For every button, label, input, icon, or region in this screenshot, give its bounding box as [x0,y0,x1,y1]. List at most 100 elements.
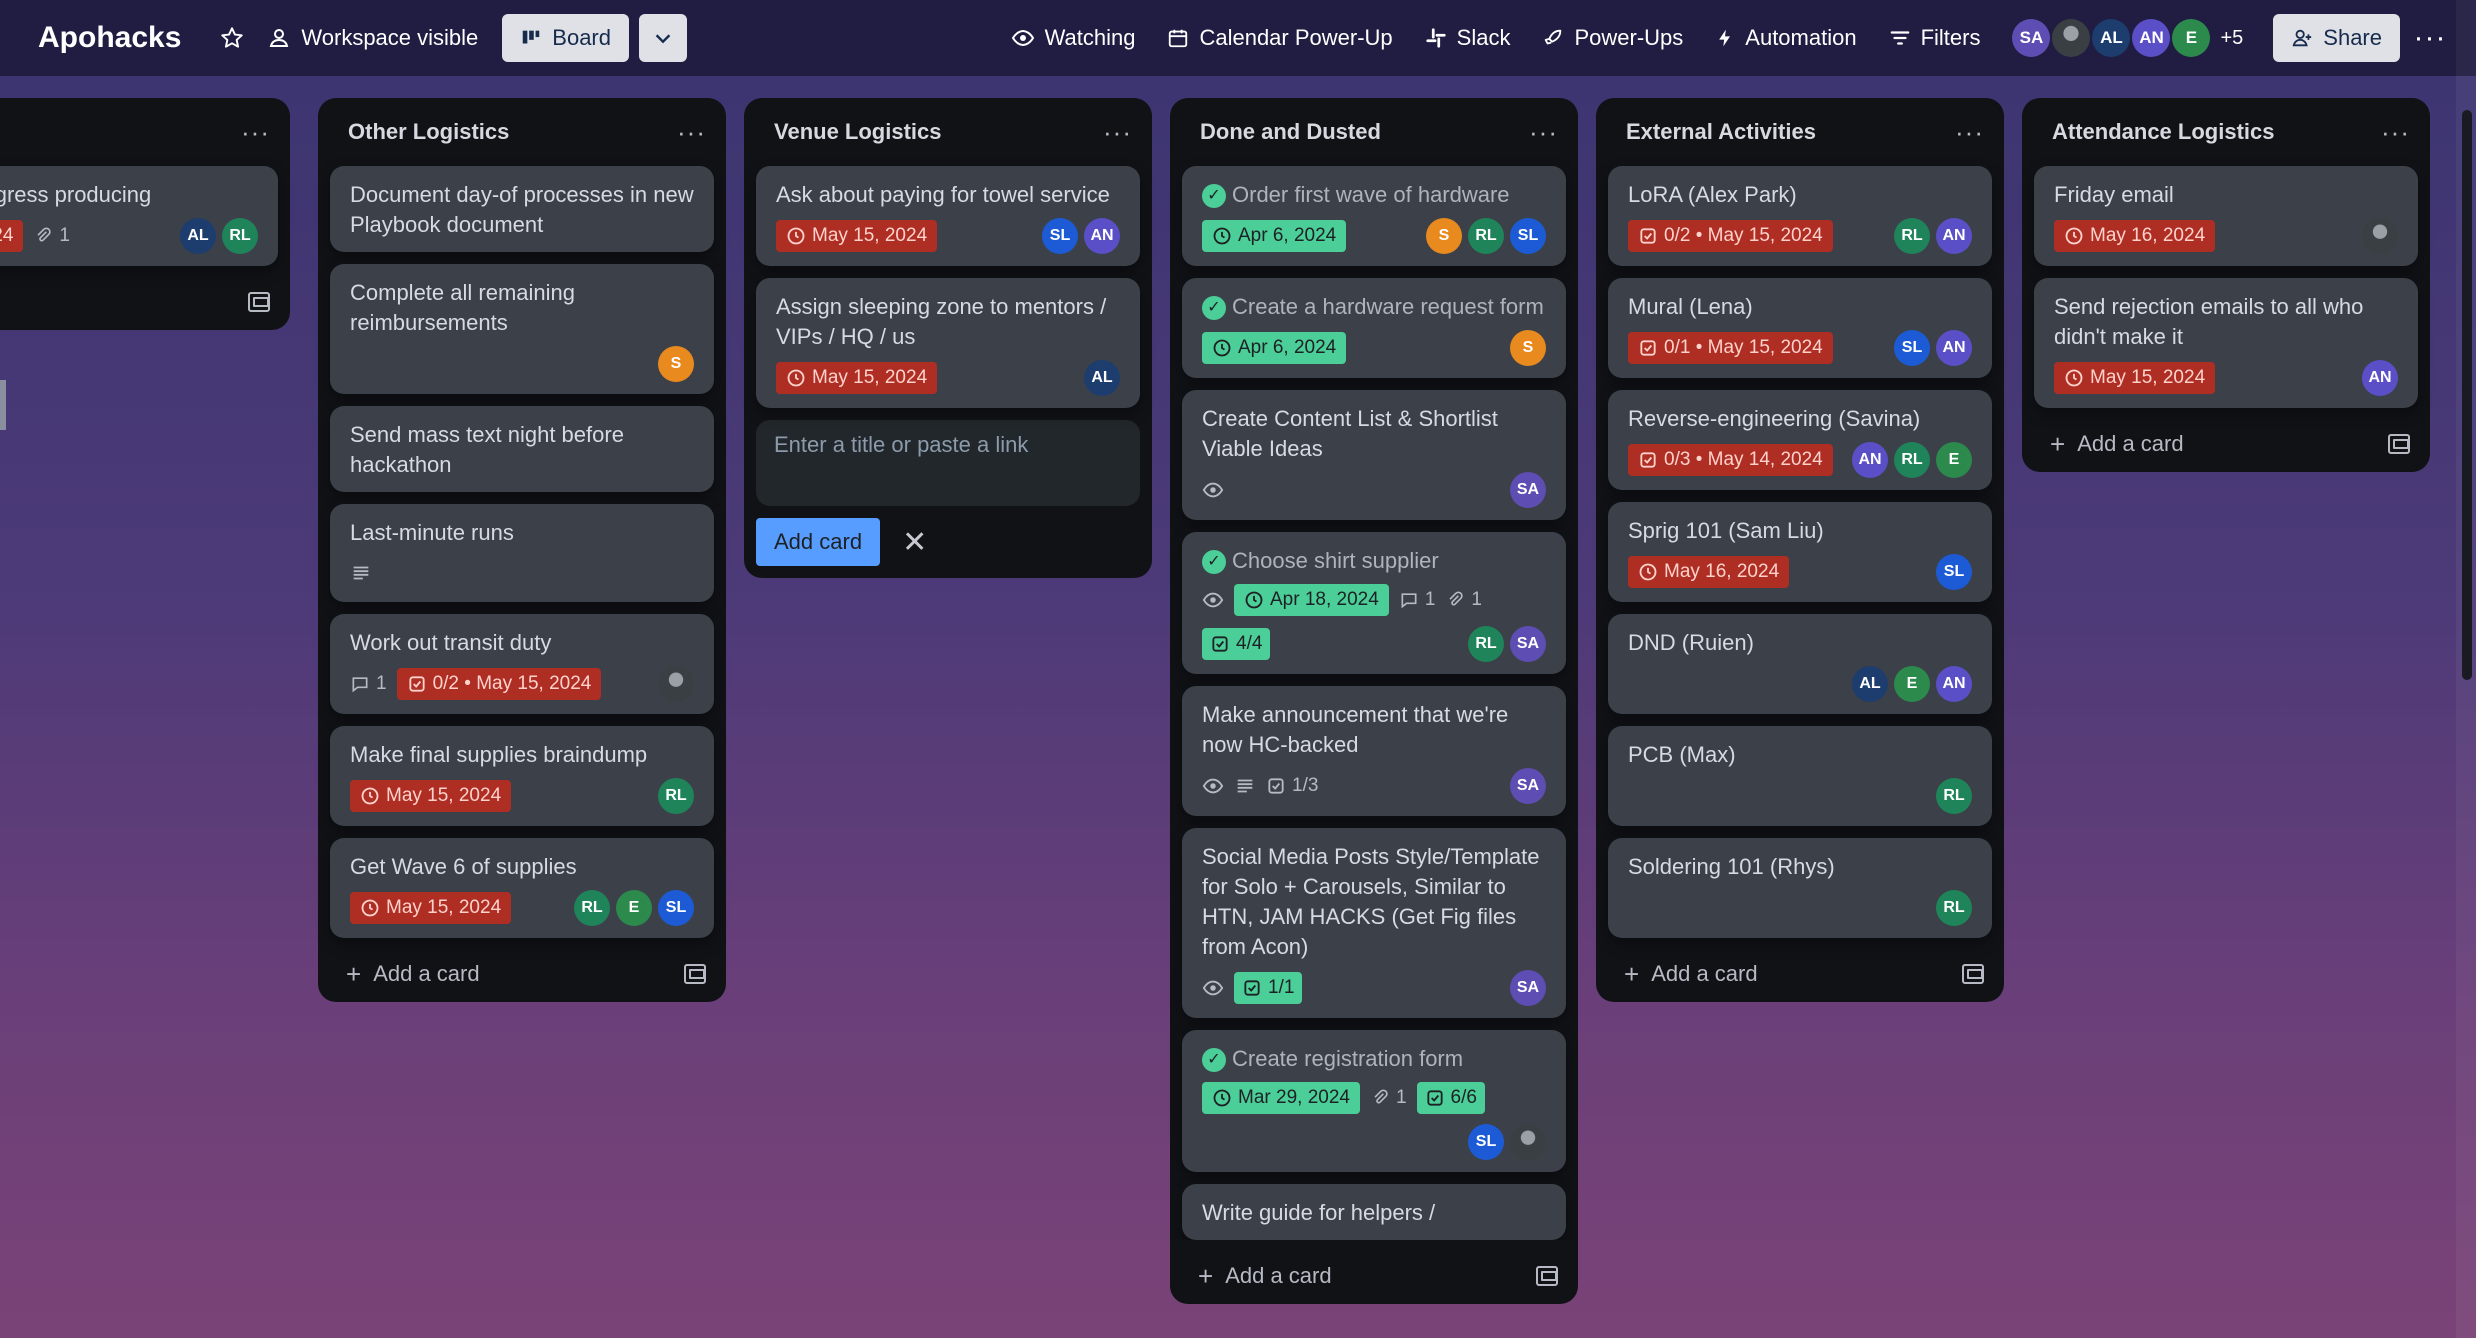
member-avatar[interactable]: E [616,890,652,926]
add-card-button[interactable]: + Add a card [318,946,726,1002]
due-date-badge[interactable]: May 15, 2024 [2054,362,2216,394]
member-avatar[interactable]: SA [1510,626,1546,662]
card[interactable]: Get Wave 6 of supplies May 15, 2024 RL E SL [330,838,714,938]
watching-button[interactable]: Watching [997,14,1150,62]
member-avatar[interactable]: E [1936,442,1972,478]
list-menu-icon[interactable]: ··· [677,117,706,148]
card[interactable]: Create Content List & Shortlist Viable I… [1182,390,1566,520]
card[interactable]: Mural (Lena) 0/1 • May 15, 2024 SL AN [1608,278,1992,378]
member-avatar[interactable]: AN [1084,218,1120,254]
card[interactable]: Write guide for helpers / [1182,1184,1566,1240]
card[interactable]: Make announcement that we're now HC-back… [1182,686,1566,816]
card[interactable]: LoRA (Alex Park) 0/2 • May 15, 2024 RL AN [1608,166,1992,266]
visibility-button[interactable]: Workspace visible [253,14,492,62]
share-button[interactable]: Share [2273,14,2400,62]
member-avatar[interactable]: SL [1042,218,1078,254]
card-template-icon[interactable] [684,964,706,984]
calendar-powerup-button[interactable]: Calendar Power-Up [1153,14,1406,62]
member-avatar[interactable]: AL [2092,19,2131,57]
due-date-badge[interactable]: May 15, 2024 [350,892,512,924]
scrollbar-thumb[interactable] [2462,110,2472,680]
card-template-icon[interactable] [248,292,270,312]
card-template-icon[interactable] [1536,1266,1558,1286]
due-date-badge[interactable]: May 15, 2024 [350,780,512,812]
card[interactable]: PCB (Max) RL [1608,726,1992,826]
member-avatar-photo[interactable] [2052,19,2091,57]
list-menu-icon[interactable]: ··· [1955,117,1984,148]
member-avatar[interactable]: AN [1936,330,1972,366]
member-avatar[interactable]: S [1426,218,1462,254]
list-title[interactable]: External Activities [1626,119,1816,145]
due-date-badge[interactable]: 5, 2024 [0,220,24,252]
card[interactable]: Reverse-engineering (Savina) 0/3 • May 14… [1608,390,1992,490]
due-date-badge[interactable]: May 15, 2024 [776,362,938,394]
add-card-submit-button[interactable]: Add card [756,518,881,566]
list-title[interactable]: Attendance Logistics [2052,119,2274,145]
powerups-button[interactable]: Power-Ups [1528,14,1697,62]
member-avatar[interactable]: E [2172,19,2211,57]
member-avatar[interactable]: S [1510,330,1546,366]
member-avatar[interactable]: RL [574,890,610,926]
list-menu-icon[interactable]: ··· [1103,117,1132,148]
due-date-badge[interactable]: Apr 18, 2024 [1234,584,1389,616]
member-avatar[interactable]: S [658,346,694,382]
member-avatar[interactable]: RL [222,218,258,254]
member-avatar[interactable]: SA [1510,768,1546,804]
member-avatar[interactable]: AL [180,218,216,254]
member-avatar[interactable]: E [1894,666,1930,702]
member-avatar[interactable]: SA [1510,970,1546,1006]
due-date-badge[interactable]: May 15, 2024 [776,220,938,252]
member-avatar[interactable]: RL [658,778,694,814]
list-menu-icon[interactable]: ··· [241,117,270,148]
card[interactable]: n on progress producing 5, 2024 1 ALRL [0,166,278,266]
member-avatar[interactable]: AN [1936,666,1972,702]
card[interactable]: Work out transit duty 1 0/2 • May 15, 2024 [330,614,714,714]
list-menu-icon[interactable]: ··· [2381,117,2410,148]
member-avatar[interactable]: RL [1468,218,1504,254]
card[interactable]: Last-minute runs [330,504,714,602]
card-template-icon[interactable] [2388,434,2410,454]
due-date-badge[interactable]: Apr 6, 2024 [1202,332,1347,364]
card[interactable]: ✓ Create a hardware request form Apr 6, 20… [1182,278,1566,378]
card[interactable]: Friday email May 16, 2024 [2034,166,2418,266]
due-date-badge[interactable]: May 16, 2024 [1628,556,1790,588]
member-avatar-photo[interactable] [1510,1124,1546,1160]
member-avatar[interactable]: SL [1894,330,1930,366]
list-menu-icon[interactable]: ··· [1529,117,1558,148]
card[interactable]: ✓ Choose shirt supplier Apr 18, 2024 1 1 4/4 R… [1182,532,1566,674]
member-avatar[interactable]: SA [1510,472,1546,508]
card[interactable]: Send mass text night before hackathon [330,406,714,492]
member-avatar[interactable]: RL [1936,890,1972,926]
card[interactable]: Complete all remaining reimbursements S [330,264,714,394]
add-card-button[interactable]: +card [0,274,290,330]
member-avatar[interactable]: RL [1468,626,1504,662]
close-icon[interactable]: ✕ [902,525,927,560]
member-avatar[interactable]: RL [1894,218,1930,254]
automation-button[interactable]: Automation [1701,14,1870,62]
due-date-badge[interactable]: Mar 29, 2024 [1202,1082,1360,1114]
member-avatar[interactable]: SL [1510,218,1546,254]
card-template-icon[interactable] [1962,964,1984,984]
member-avatar[interactable]: AN [1852,442,1888,478]
complete-check-icon[interactable]: ✓ [1202,550,1226,575]
member-avatar[interactable]: AN [2362,360,2398,396]
member-avatar-photo[interactable] [658,666,694,702]
slack-button[interactable]: Slack [1411,14,1525,62]
card[interactable]: Ask about paying for towel service May 15… [756,166,1140,266]
card[interactable]: Send rejection emails to all who didn't … [2034,278,2418,408]
card[interactable]: Soldering 101 (Rhys) RL [1608,838,1992,938]
member-avatar[interactable]: AL [1084,360,1120,396]
list-title[interactable]: Other Logistics [348,119,509,145]
member-avatar[interactable]: RL [1894,442,1930,478]
member-avatar[interactable]: SL [1468,1124,1504,1160]
board-view-button[interactable]: Board [502,14,629,62]
list-title[interactable]: Venue Logistics [774,119,942,145]
star-icon[interactable] [211,17,253,59]
card[interactable]: ✓ Order first wave of hardware Apr 6, 2024… [1182,166,1566,266]
member-avatar[interactable]: SL [1936,554,1972,590]
view-switcher-button[interactable] [639,14,687,62]
new-card-title-input[interactable]: Enter a title or paste a link [756,420,1140,506]
add-card-button[interactable]: + Add a card [2022,416,2430,472]
member-avatar[interactable]: AN [1936,218,1972,254]
card[interactable]: Social Media Posts Style/Template for So… [1182,828,1566,1018]
